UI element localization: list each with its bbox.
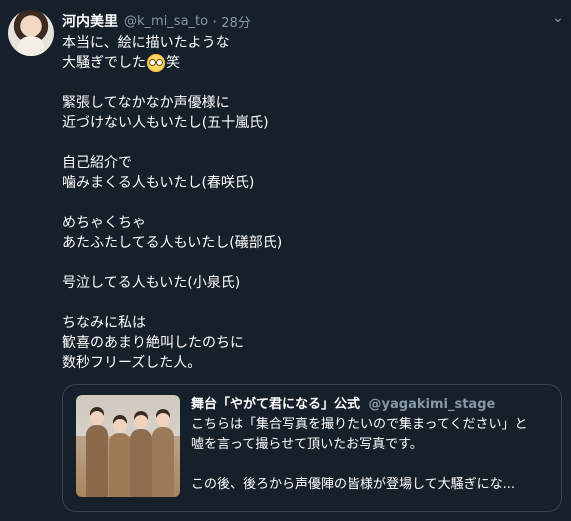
author-avatar[interactable] bbox=[8, 10, 54, 56]
quoted-tweet-image[interactable] bbox=[76, 395, 180, 497]
tweet-line: 近づけない人もいたし(五十嵐氏) bbox=[62, 115, 269, 131]
chevron-down-icon[interactable]: ⌄ bbox=[549, 9, 567, 27]
tweet[interactable]: 河内美里 @k_mi_sa_to · 28分 ⌄ 本当に、絵に描いたような 大騒… bbox=[0, 0, 571, 521]
person-figure bbox=[109, 419, 131, 497]
author-handle[interactable]: @k_mi_sa_to bbox=[124, 14, 208, 29]
quoted-author-name[interactable]: 舞台「やがて君になる」公式 bbox=[191, 397, 360, 412]
tweet-header: 河内美里 @k_mi_sa_to · 28分 bbox=[62, 10, 571, 32]
tweet-line: 大騒ぎでした 笑 bbox=[62, 53, 562, 73]
tweet-line: 噛みまくる人もいたし(春咲氏) bbox=[62, 175, 255, 191]
tweet-line: 歓喜のあまり絶叫したのちに bbox=[62, 335, 244, 351]
quoted-tweet-card[interactable]: 舞台「やがて君になる」公式 @yagakimi_stage こちらは「集合写真を… bbox=[62, 384, 562, 512]
quoted-author: 舞台「やがて君になる」公式 @yagakimi_stage bbox=[191, 395, 551, 415]
tweet-line: めちゃくちゃ bbox=[62, 215, 146, 231]
quoted-line: この後、後ろから声優陣の皆様が登場して大騒ぎにな... bbox=[191, 477, 516, 492]
person-figure bbox=[86, 411, 108, 497]
tweet-time[interactable]: 28分 bbox=[221, 12, 251, 31]
tweet-line-text: 大騒ぎでした bbox=[62, 55, 146, 71]
tweet-line: 自己紹介で bbox=[62, 155, 132, 171]
tweet-line: 緊張してなかなか声優様に bbox=[62, 95, 230, 111]
flushed-face-emoji bbox=[147, 54, 165, 72]
tweet-line: 本当に、絵に描いたような bbox=[62, 35, 230, 51]
tweet-line: ちなみに私は bbox=[62, 315, 146, 331]
time-separator: · bbox=[212, 11, 218, 31]
tweet-line: あたふたしてる人もいたし(礒部氏) bbox=[62, 235, 283, 251]
tweet-text: 本当に、絵に描いたような 大騒ぎでした 笑 緊張してなかなか声優様に 近づけない人… bbox=[62, 33, 562, 373]
quoted-line: 嘘を言って撮らせて頂いたお写真です。 bbox=[191, 437, 423, 452]
quoted-line: こちらは「集合写真を撮りたいので集まってください」と bbox=[191, 417, 528, 432]
author-name[interactable]: 河内美里 bbox=[62, 11, 118, 31]
quoted-author-handle[interactable]: @yagakimi_stage bbox=[369, 397, 496, 412]
tweet-line: 数秒フリーズした人。 bbox=[62, 355, 202, 371]
person-figure bbox=[152, 413, 174, 497]
tweet-line: 号泣してる人もいた(小泉氏) bbox=[62, 275, 241, 291]
quoted-tweet-text: 舞台「やがて君になる」公式 @yagakimi_stage こちらは「集合写真を… bbox=[191, 395, 551, 495]
person-figure bbox=[130, 415, 152, 497]
tweet-line-suffix: 笑 bbox=[166, 55, 180, 71]
